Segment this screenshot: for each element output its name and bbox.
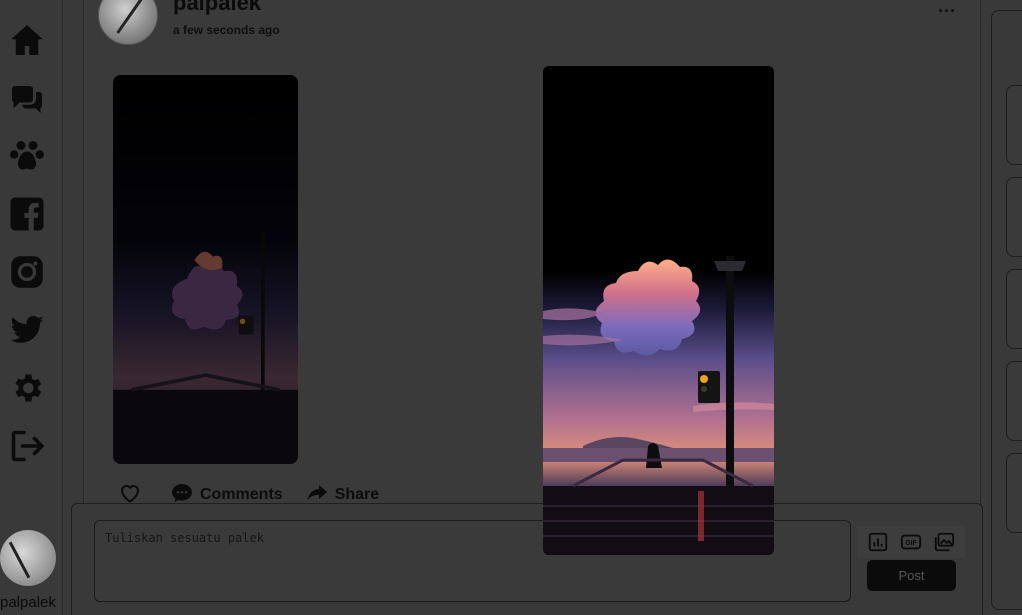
- share-label: Share: [334, 486, 380, 503]
- right-panel-card[interactable]: [1006, 269, 1022, 349]
- svg-text:GIF: GIF: [905, 540, 916, 547]
- post-image[interactable]: [113, 75, 298, 464]
- twitter-icon[interactable]: [8, 311, 46, 349]
- right-panel-card[interactable]: [1006, 361, 1022, 441]
- post-author-name[interactable]: palpalek: [173, 0, 261, 16]
- instagram-icon[interactable]: [8, 253, 46, 291]
- post-composer: GIF Post: [71, 503, 983, 615]
- post-submit-button[interactable]: Post: [867, 560, 956, 591]
- post-more-menu[interactable]: ...: [938, 0, 956, 17]
- facebook-icon[interactable]: [8, 195, 46, 233]
- gear-icon[interactable]: [8, 369, 46, 407]
- chat-icon[interactable]: [8, 79, 46, 117]
- image-preview[interactable]: [543, 66, 774, 555]
- right-panel-card[interactable]: [1006, 453, 1022, 533]
- poll-icon[interactable]: [865, 529, 891, 555]
- gif-icon[interactable]: GIF: [898, 529, 924, 555]
- sidebar-username: palpalek: [0, 594, 56, 611]
- left-nav-rail: palpalek: [0, 0, 63, 615]
- groups-icon[interactable]: [8, 137, 46, 175]
- right-panel-card[interactable]: [1006, 85, 1022, 165]
- logout-icon[interactable]: [8, 427, 46, 465]
- home-icon[interactable]: [8, 21, 46, 59]
- comments-label: Comments: [200, 486, 283, 503]
- user-avatar[interactable]: [0, 530, 56, 586]
- right-panel-card[interactable]: [1006, 177, 1022, 257]
- gallery-icon[interactable]: [931, 529, 957, 555]
- post-timestamp: a few seconds ago: [173, 23, 280, 37]
- composer-tools: GIF: [857, 526, 965, 558]
